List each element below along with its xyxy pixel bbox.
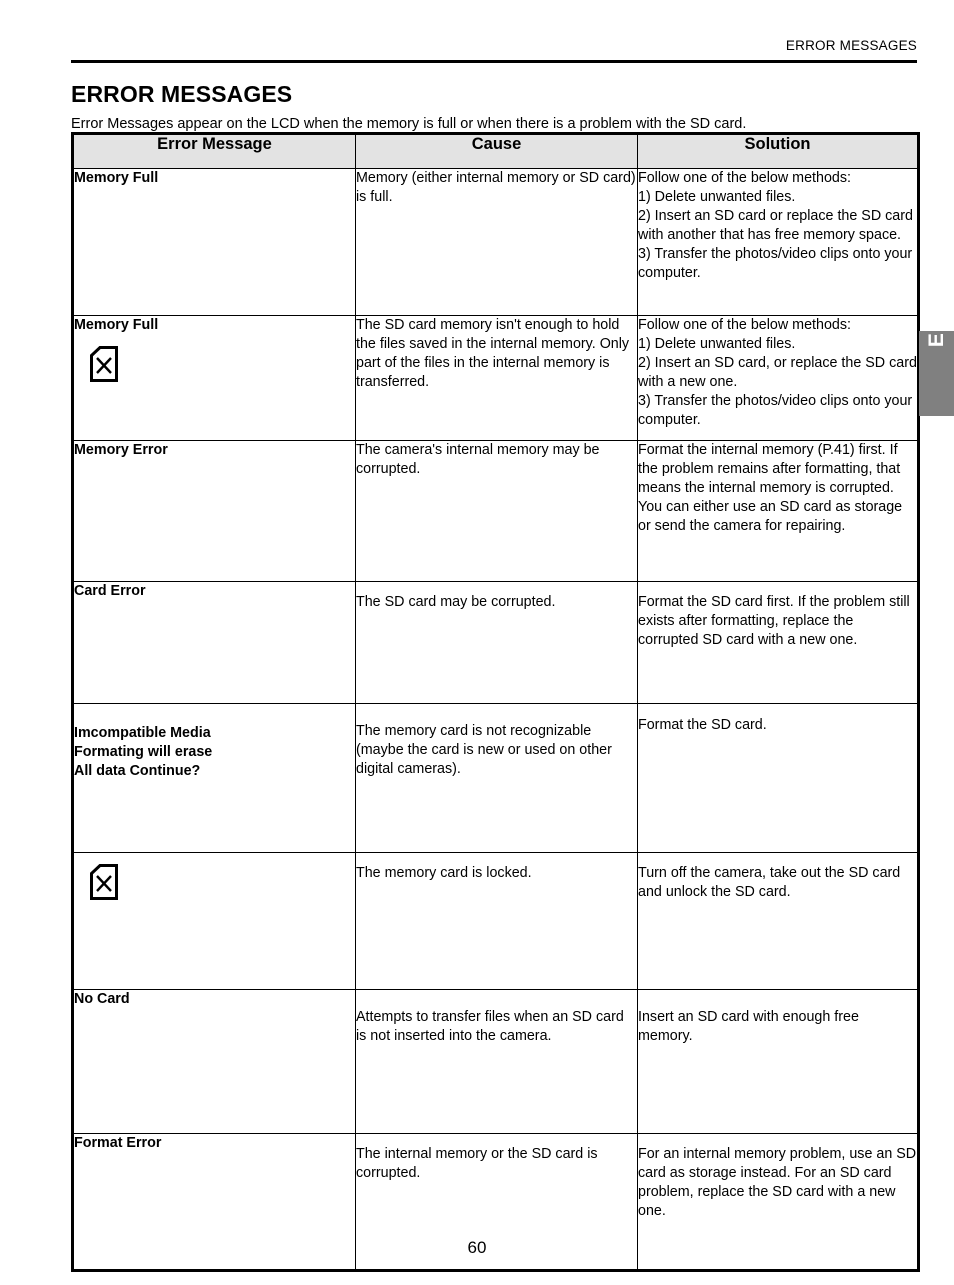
table-row: Card Error The SD card may be corrupted. F… [72,581,919,704]
cell-solution: Format the internal memory (P.41) first.… [637,440,919,582]
cell-cause: The memory card is locked. [355,852,638,990]
cell-cause: The SD card may be corrupted. [355,581,638,704]
table-row: Memory Full Memory (either internal memor… [72,168,919,316]
error-message-line: All data Continue? [74,763,201,779]
cell-solution: Format the SD card. [637,703,919,853]
error-message-line: Memory Full [74,170,159,186]
error-message-line: Card Error [74,583,146,599]
running-head: ERROR MESSAGES [785,38,917,53]
cell-cause: The memory card is not recognizable (may… [355,703,638,853]
error-messages-table-wrapper: Error Message Cause Solution Memory Full… [71,132,920,1272]
error-message-line: No Card [74,991,130,1007]
language-tab-label: ENU [925,299,948,348]
language-tab: ENU [919,300,954,416]
cell-error-message: Card Error [72,581,356,704]
error-message-line: Memory Error [74,442,168,458]
page-number: 60 [467,1238,487,1257]
sd-card-error-icon [89,345,355,383]
cell-solution: Turn off the camera, take out the SD car… [637,852,919,990]
cell-solution: Follow one of the below methods: 1) Dele… [637,315,919,441]
cell-cause: Memory (either internal memory or SD car… [355,168,638,316]
table-row: Memory Full The SD card memory isn't enou… [72,315,919,441]
cell-solution: Insert an SD card with enough free memor… [637,989,919,1134]
header-rule [71,60,917,63]
cell-error-message: No Card [72,989,356,1134]
cell-solution: Follow one of the below methods: 1) Dele… [637,168,919,316]
table-header: Error Message Cause Solution [72,133,919,169]
error-message-line: Memory Full [74,317,159,333]
table-row: No Card Attempts to transfer files when a… [72,989,919,1134]
table-row: Imcompatible Media Formating will erase Al… [72,703,919,853]
cell-error-message [72,852,356,990]
error-message-line: Formating will erase [74,744,213,760]
document-page: ERROR MESSAGES ERROR MESSAGES Error Mess… [0,0,954,1285]
table-row: The memory card is locked. Turn off the c… [72,852,919,990]
cell-cause: The SD card memory isn't enough to hold … [355,315,638,441]
sd-card-error-icon [89,863,355,901]
cell-error-message: Memory Full [72,168,356,316]
column-header-solution: Solution [637,133,919,169]
table-header-row: Error Message Cause Solution [72,133,919,169]
table-row: Memory Error The camera's internal memory… [72,440,919,582]
column-header-cause: Cause [355,133,638,169]
column-header-error-message: Error Message [72,133,356,169]
cell-cause: The camera's internal memory may be corr… [355,440,638,582]
page-title: ERROR MESSAGES [71,81,293,108]
table-body: Memory Full Memory (either internal memor… [72,168,919,1271]
error-message-line: Format Error [74,1135,162,1151]
cell-error-message: Imcompatible Media Formating will erase Al… [72,703,356,853]
cell-solution: Format the SD card first. If the problem… [637,581,919,704]
cell-error-message: Memory Full [72,315,356,441]
cell-cause: Attempts to transfer files when an SD ca… [355,989,638,1134]
error-message-line: Imcompatible Media [74,725,211,741]
error-messages-table: Error Message Cause Solution Memory Full… [71,132,920,1272]
cell-error-message: Memory Error [72,440,356,582]
